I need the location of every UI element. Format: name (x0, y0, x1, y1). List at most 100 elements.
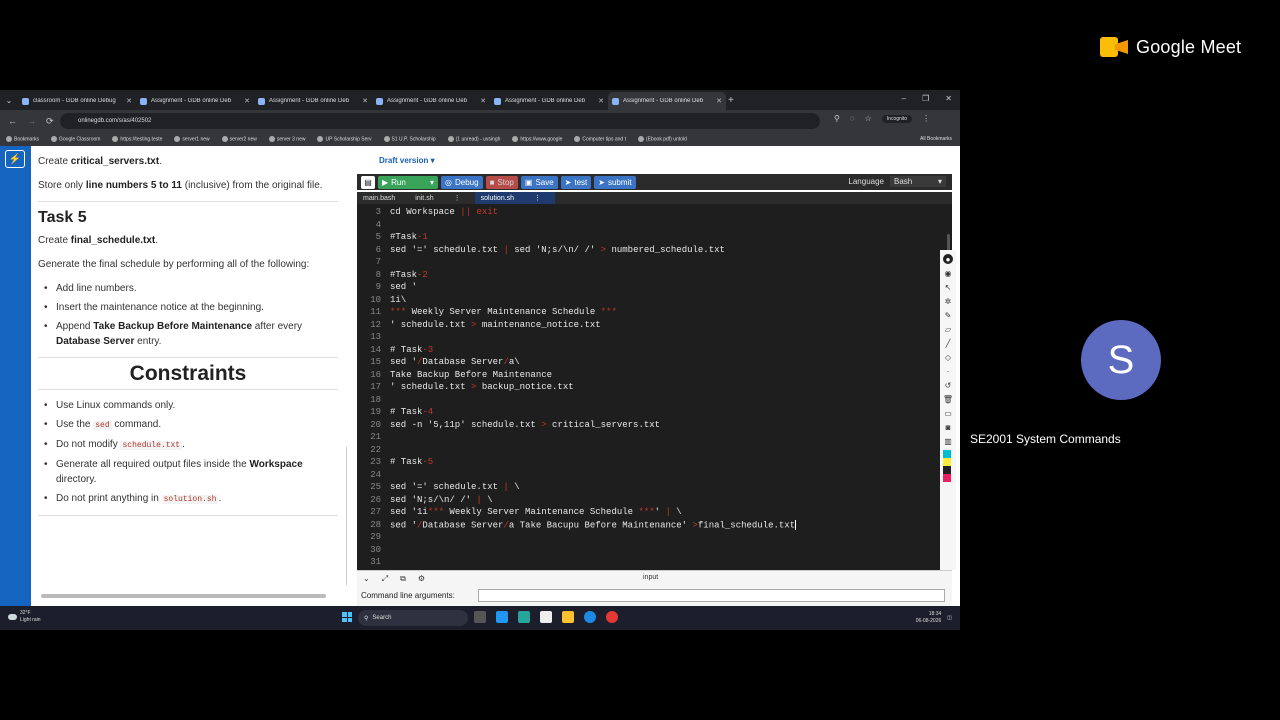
more-icon[interactable]: ⋮ (454, 194, 461, 202)
run-button[interactable]: ▶ Run ▾ (378, 175, 438, 189)
zoom-icon[interactable]: ⚲ (834, 114, 840, 123)
close-tab-icon[interactable]: ✕ (716, 97, 722, 105)
test-button[interactable]: ➤ test (560, 175, 592, 189)
cloud-icon (8, 614, 17, 620)
list-item: Do not print anything in solution.sh. (42, 491, 338, 507)
new-tab-button[interactable]: + (728, 95, 734, 106)
stop-button[interactable]: ■ Stop (485, 175, 518, 189)
edge-icon[interactable] (518, 611, 530, 623)
trash-icon[interactable]: 🗑 (943, 394, 953, 404)
horizontal-scrollbar[interactable] (41, 594, 326, 598)
browser-window: ⌄ classroom - GDB online Debug ✕ Assignmen… (0, 90, 960, 606)
color-swatch-pink[interactable] (943, 474, 951, 482)
back-icon[interactable]: ← (8, 116, 17, 126)
windows-start-icon[interactable] (342, 612, 352, 622)
menu-icon[interactable]: ⋮ (922, 114, 930, 123)
bookmark-item[interactable]: UP Scholarship Serv (317, 135, 372, 142)
bookmark-item[interactable]: (Ebook pdf) untold (638, 135, 687, 142)
bookmark-item[interactable]: Computer tips and t (574, 135, 626, 142)
bookmark-item[interactable]: https://www.google (512, 135, 562, 142)
chevron-down-icon[interactable]: ⌄ (363, 574, 370, 584)
close-window-icon[interactable]: ✕ (945, 94, 952, 103)
browser-tab[interactable]: Assignment - GDB online Deb ✕ (372, 92, 490, 110)
browser-tab[interactable]: Assignment - GDB online Deb ✕ (136, 92, 254, 110)
bookmark-item[interactable]: Bookmarks (6, 135, 39, 142)
pin-icon[interactable]: ● (943, 254, 953, 264)
bookmark-item[interactable]: server1 new (174, 135, 210, 142)
close-tab-icon[interactable]: ✕ (598, 97, 604, 105)
bookmark-item[interactable]: Google Classroom (51, 135, 100, 142)
bookmark-item[interactable]: https://testing.teste (112, 135, 162, 142)
reload-icon[interactable]: ⟳ (46, 116, 54, 127)
eye-off-icon[interactable]: ◌ (850, 114, 855, 123)
bold-text: Take Backup Before Maintenance (93, 321, 253, 332)
eye-icon[interactable]: ◉ (943, 268, 953, 278)
color-swatch-cyan[interactable] (943, 450, 951, 458)
pencil-icon[interactable]: ✎ (943, 310, 953, 320)
line-icon[interactable]: ╱ (943, 338, 953, 348)
bookmark-item[interactable]: server2 new (221, 135, 257, 142)
close-tab-icon[interactable]: ✕ (126, 97, 132, 105)
undo-icon[interactable]: ↺ (943, 380, 953, 390)
bolt-icon[interactable]: ⚡ (5, 150, 25, 168)
settings-icon[interactable]: ✲ (943, 296, 953, 306)
taskbar-search[interactable]: ⚲ Search (358, 610, 468, 626)
file-explorer-icon[interactable] (562, 611, 574, 623)
close-tab-icon[interactable]: ✕ (362, 97, 368, 105)
all-bookmarks[interactable]: All Bookmarks (920, 136, 952, 142)
edge-browser-icon[interactable] (584, 611, 596, 623)
tab-search-icon[interactable]: ⌄ (0, 90, 18, 110)
eraser-icon[interactable]: ◇ (943, 352, 953, 362)
incognito-badge[interactable]: Incognito (881, 114, 913, 123)
draft-version-dropdown[interactable]: Draft version ▾ (379, 156, 435, 165)
highlighter-icon[interactable]: ▱ (943, 324, 953, 334)
close-tab-icon[interactable]: ✕ (244, 97, 250, 105)
vertical-scrollbar[interactable] (346, 446, 347, 586)
line-number: 5 (375, 232, 381, 242)
file-tab[interactable]: solution.sh ⋮ (474, 192, 556, 204)
pointer-icon[interactable]: ↖ (943, 282, 953, 292)
language-select[interactable]: Bash ▾ (890, 176, 946, 187)
submit-button[interactable]: ➤ submit (594, 175, 636, 189)
star-icon[interactable]: ☆ (865, 114, 872, 123)
clipboard-icon[interactable]: ▥ (943, 436, 953, 446)
search-label: Search (372, 615, 392, 621)
restore-icon[interactable]: ❐ (922, 94, 929, 103)
dot-icon[interactable]: · (943, 366, 953, 376)
debug-button[interactable]: ◎ Debug (441, 175, 483, 189)
participant-tile[interactable]: S SE2001 System Commands (960, 268, 1280, 468)
bookmark-item[interactable]: server 3 new (268, 135, 305, 142)
code-editor[interactable]: 3 cd Workspace || exit 4 5 #Task-1 6 sed '=' s… (357, 204, 952, 570)
file-icon[interactable]: ▤ (361, 175, 375, 189)
cmd-args-input[interactable] (478, 589, 945, 602)
bookmark-item[interactable]: (1 unread) - uvsingh (447, 135, 500, 142)
camera-icon[interactable]: ◙ (943, 422, 953, 432)
widgets-icon[interactable] (496, 611, 508, 623)
browser-tab[interactable]: Assignment - GDB online Deb ✕ (608, 92, 726, 110)
code-token: 1i\ (390, 294, 407, 305)
file-tab[interactable]: init.sh ⋮ (409, 192, 474, 204)
file-tab[interactable]: main.bash (357, 192, 409, 204)
more-icon[interactable]: ⋮ (534, 194, 541, 202)
minimize-icon[interactable]: – (902, 94, 906, 103)
task-view-icon[interactable] (474, 611, 486, 623)
gear-icon[interactable]: ⚙ (418, 574, 425, 584)
url-field[interactable]: onlinegdb.com/s/as/402502 (60, 113, 820, 129)
color-swatch-black[interactable] (943, 466, 951, 474)
chrome-icon[interactable] (606, 611, 618, 623)
color-swatch-yellow[interactable] (943, 458, 951, 466)
expand-icon[interactable]: ⤢ (382, 574, 388, 584)
bookmark-item[interactable]: S1 U.P. Scholarship (383, 135, 436, 142)
notification-icon[interactable]: ◫ (947, 615, 952, 621)
browser-tab[interactable]: classroom - GDB online Debug ✕ (18, 92, 136, 110)
terminal-icon[interactable] (540, 611, 552, 623)
save-button[interactable]: ▣ Save (520, 175, 558, 189)
clock[interactable]: 18:34 06-08-2026 (916, 611, 942, 625)
forward-icon[interactable]: → (27, 116, 36, 126)
screen-icon[interactable]: ▭ (943, 408, 953, 418)
browser-tab[interactable]: Assignment - GDB online Deb ✕ (254, 92, 372, 110)
weather-widget[interactable]: 32°F Light rain (8, 610, 41, 624)
close-tab-icon[interactable]: ✕ (480, 97, 486, 105)
copy-icon[interactable]: ⧉ (400, 574, 406, 584)
browser-tab[interactable]: Assignment - GDB online Deb ✕ (490, 92, 608, 110)
